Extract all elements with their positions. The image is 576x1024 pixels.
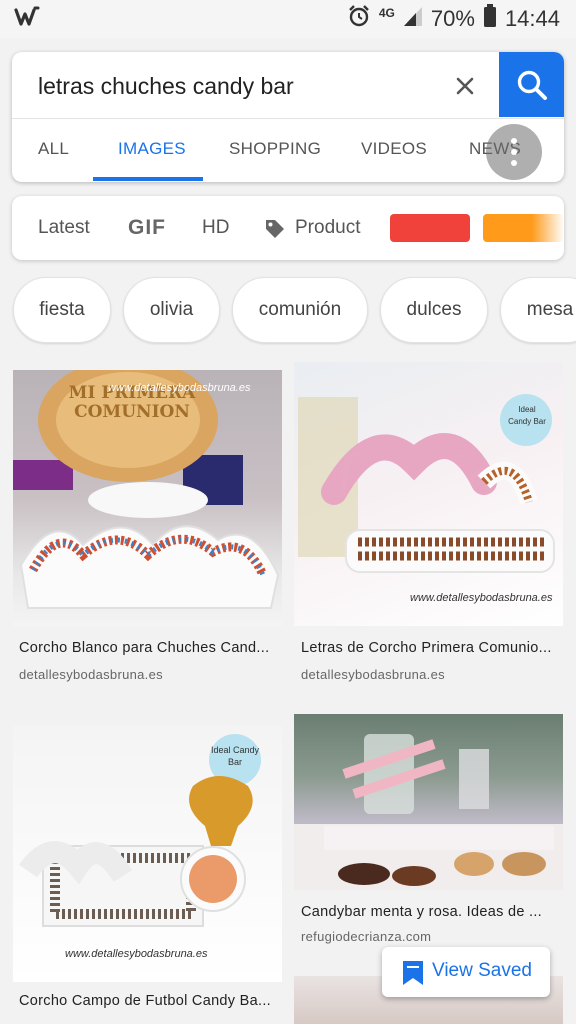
thumbnail-badge: Ideal Candy Bar [210, 745, 260, 767]
thumbnail-text: Lucia [334, 442, 501, 512]
thumbnail-text: Goool [33, 806, 162, 857]
thumbnail-watermark: www.detallesybodasbruna.es [108, 382, 251, 394]
status-bar: 4G 70% 14:44 [0, 0, 576, 38]
filter-bar: Latest GIF HD Product [12, 196, 564, 260]
result-thumbnail[interactable]: Ideal Candy Bar www.detallesybodasbruna.… [294, 362, 563, 626]
thumbnail-text: Carla [43, 514, 235, 589]
network-type: 4G [378, 6, 395, 20]
battery-icon [483, 4, 497, 34]
search-icon [517, 70, 547, 100]
result-thumbnail[interactable]: Ideal Candy Bar www.detallesybodasbruna.… [13, 726, 282, 982]
filter-product[interactable]: Product [295, 196, 360, 260]
color-swatch-orange[interactable] [483, 214, 564, 242]
thumbnail-watermark: www.detallesybodasbruna.es [410, 592, 553, 604]
battery-percent: 70% [430, 6, 475, 31]
chip-fiesta[interactable]: fiesta [13, 277, 111, 343]
result-title[interactable]: Corcho Campo de Futbol Candy Ba... [19, 993, 275, 1009]
tag-icon [264, 218, 286, 245]
result-title[interactable]: Candybar menta y rosa. Ideas de ... [301, 904, 557, 920]
thumbnail-badge: Ideal Candy Bar [508, 405, 546, 426]
tab-shopping[interactable]: SHOPPING [229, 119, 321, 181]
result-title[interactable]: Letras de Corcho Primera Comunio... [301, 640, 557, 656]
tab-videos[interactable]: VIDEOS [361, 119, 427, 181]
filter-latest[interactable]: Latest [38, 196, 90, 260]
more-vert-icon [511, 138, 517, 144]
image-result[interactable]: Ideal Candy Bar www.detallesybodasbruna.… [13, 726, 282, 1024]
view-saved-button[interactable]: View Saved [382, 947, 550, 997]
clock: 14:44 [504, 6, 560, 31]
wish-logo-icon [14, 6, 40, 33]
image-result[interactable]: CARLA Candybar menta y rosa. Ideas de ..… [294, 714, 563, 954]
active-tab-indicator [93, 177, 203, 181]
thumbnail-text: CARLA [390, 800, 529, 839]
search-input[interactable] [38, 64, 438, 108]
search-button[interactable] [499, 52, 564, 117]
result-source[interactable]: detallesybodasbruna.es [301, 667, 445, 682]
image-result[interactable]: Ideal Candy Bar www.detallesybodasbruna.… [294, 362, 563, 692]
image-result[interactable]: MI PRIMERA COMUNION www.detallesybodasbr… [13, 370, 282, 690]
chip-olivia[interactable]: olivia [123, 277, 220, 343]
search-card: ALL IMAGES SHOPPING VIDEOS NEWS [12, 52, 564, 182]
filter-gif[interactable]: GIF [128, 196, 166, 260]
result-source[interactable]: detallesybodasbruna.es [19, 667, 163, 682]
result-thumbnail[interactable]: MI PRIMERA COMUNION www.detallesybodasbr… [13, 370, 282, 626]
result-source[interactable]: refugiodecrianza.com [301, 929, 431, 944]
signal-icon [403, 5, 423, 33]
close-icon [456, 77, 474, 95]
result-title[interactable]: Corcho Blanco para Chuches Cand... [19, 640, 275, 656]
chip-dulces[interactable]: dulces [380, 277, 488, 343]
search-tabs: ALL IMAGES SHOPPING VIDEOS NEWS [12, 118, 564, 182]
more-options-button[interactable] [486, 124, 542, 180]
tab-all[interactable]: ALL [38, 119, 69, 181]
bookmark-icon [402, 960, 424, 991]
filter-hd[interactable]: HD [202, 196, 229, 260]
color-swatch-red[interactable] [390, 214, 470, 242]
tab-images[interactable]: IMAGES [118, 119, 186, 181]
alarm-icon [347, 4, 371, 34]
view-saved-label: View Saved [432, 960, 532, 981]
clear-search-button[interactable] [449, 70, 481, 102]
result-thumbnail[interactable]: CARLA [294, 714, 563, 890]
chip-comunion[interactable]: comunión [232, 277, 368, 343]
chip-mesa[interactable]: mesa [500, 277, 576, 343]
thumbnail-watermark: www.detallesybodasbruna.es [65, 948, 208, 960]
